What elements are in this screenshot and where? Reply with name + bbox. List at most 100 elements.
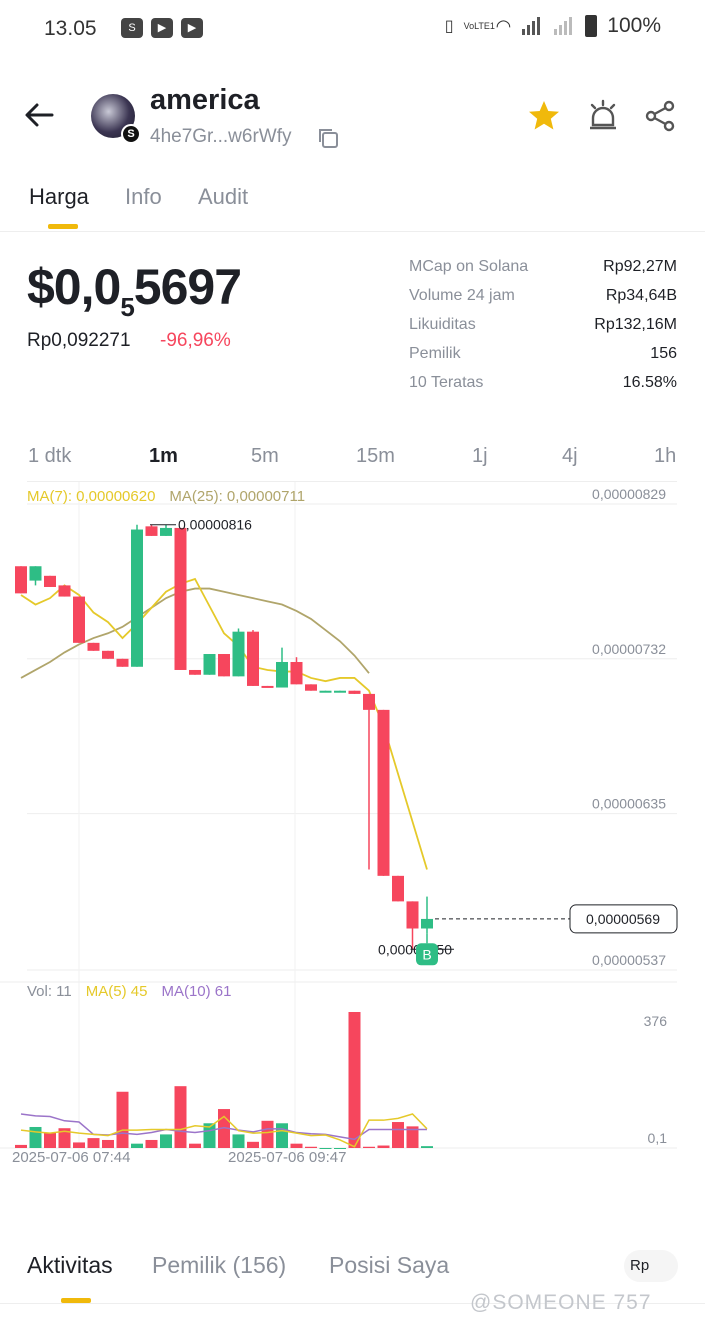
volume-legend: Vol: 11 MA(5) 45 MA(10) 61	[27, 983, 231, 1000]
volume-bar	[87, 1138, 100, 1148]
candle-body	[305, 684, 317, 691]
interval-1d[interactable]: 1h	[654, 445, 676, 468]
candle-body	[421, 918, 433, 929]
volume-bar	[305, 1146, 317, 1148]
high-price-label: 0,00000816	[178, 517, 252, 533]
price-axis-label: 0,00000537	[592, 952, 666, 968]
candle-body	[44, 575, 56, 587]
candle-body	[145, 526, 158, 536]
candle-body	[218, 654, 230, 677]
token-address: 4he7Gr...w6rWfy	[150, 126, 292, 147]
candle-body	[29, 566, 42, 581]
stat-row-mcap: MCap on Solana Rp92,27M	[409, 258, 677, 287]
wifi-icon: ◠	[495, 15, 512, 36]
tab-info[interactable]: Info	[125, 184, 162, 210]
tab-aktivitas[interactable]: Aktivitas	[27, 1252, 113, 1279]
ma-legend: MA(7): 0,00000620 MA(25): 0,00000711	[27, 488, 305, 505]
copy-icon[interactable]	[316, 126, 340, 150]
candle-body	[377, 709, 390, 876]
interval-1m[interactable]: 1m	[149, 445, 178, 468]
interval-5m[interactable]: 5m	[251, 445, 279, 468]
token-name: america	[150, 84, 260, 116]
volume-bar	[15, 1144, 27, 1148]
interval-1s[interactable]: 1 dtk	[28, 445, 71, 468]
stat-row-liquidity: Likuiditas Rp132,16M	[409, 316, 677, 345]
solana-chain-badge: S	[121, 124, 141, 144]
candle-body	[203, 654, 216, 675]
buy-marker-label: B	[422, 946, 431, 962]
signal-icon-2	[554, 17, 573, 35]
candle-body	[348, 690, 361, 694]
interval-4h[interactable]: 4j	[562, 445, 578, 468]
candle-body	[73, 596, 85, 643]
back-arrow-icon[interactable]	[22, 98, 56, 132]
active-tab-indicator	[48, 224, 78, 229]
price-chart[interactable]: 0,00000829 0,00000732 0,00000635 0,00000537…	[0, 482, 705, 1172]
stat-label: 10 Teratas	[409, 374, 484, 391]
candle-body	[102, 650, 114, 659]
low-price-label: 0,00000550	[378, 941, 452, 957]
volume-bar	[174, 1086, 187, 1148]
currency-toggle[interactable]: Rp	[624, 1250, 678, 1282]
token-stats: MCap on Solana Rp92,27M Volume 24 jam Rp34…	[409, 258, 677, 403]
token-tabs: Harga Info Audit	[0, 180, 705, 232]
candle-body	[334, 690, 346, 693]
stat-label: Pemilik	[409, 345, 461, 362]
youtube-icon: ▶	[181, 18, 203, 38]
signal-icon	[522, 17, 541, 35]
interval-1h[interactable]: 1j	[472, 445, 488, 468]
candle-body	[160, 527, 172, 536]
status-time: 13.05	[44, 17, 97, 40]
ma25-legend: MA(25): 0,00000711	[169, 488, 306, 505]
youtube-icon: ▶	[151, 18, 173, 38]
volume-bar	[29, 1126, 42, 1148]
battery-percent: 100%	[607, 14, 661, 37]
candle-body	[189, 669, 201, 675]
vibrate-icon: ▯	[444, 18, 454, 35]
volume-bar	[421, 1146, 433, 1148]
stat-label: Likuiditas	[409, 316, 476, 333]
volume-bar	[377, 1145, 390, 1148]
volume-bar	[145, 1139, 158, 1148]
volume-bar	[232, 1134, 245, 1148]
tab-pemilik[interactable]: Pemilik (156)	[152, 1252, 286, 1279]
stat-label: Volume 24 jam	[409, 287, 515, 304]
price-axis-label: 0,00000732	[592, 641, 666, 657]
current-price-label: 0,00000569	[586, 911, 660, 927]
volume-bar	[392, 1122, 404, 1148]
candle-body	[319, 690, 332, 693]
tab-harga[interactable]: Harga	[29, 184, 89, 210]
price-axis-label: 0,00000635	[592, 796, 666, 812]
stat-value: Rp92,27M	[603, 258, 677, 275]
tab-audit[interactable]: Audit	[198, 184, 248, 210]
price-zero-count: 5	[120, 292, 135, 322]
network-type-label: VoLTE1	[463, 21, 495, 31]
favorite-star-icon[interactable]	[526, 98, 562, 134]
volume-bar	[290, 1143, 303, 1148]
interval-15m[interactable]: 15m	[356, 445, 395, 468]
volume-bar	[261, 1120, 274, 1148]
stat-row-holders: Pemilik 156	[409, 345, 677, 374]
volume-bar	[102, 1139, 114, 1148]
volume-ma5-legend: MA(5) 45	[85, 983, 148, 1000]
stat-row-top10: 10 Teratas 16.58%	[409, 374, 677, 403]
volume-bar	[363, 1146, 375, 1148]
token-header: S america 4he7Gr...w6rWfy	[0, 80, 705, 160]
volume-bar	[189, 1143, 201, 1148]
volume-bar	[44, 1132, 56, 1148]
volume-bar	[73, 1142, 85, 1148]
watermark: @SOMEONE 757	[470, 1291, 652, 1314]
price-alert-icon[interactable]	[586, 98, 620, 132]
current-price-idr: Rp0,092271	[27, 330, 131, 351]
stat-label: MCap on Solana	[409, 258, 529, 275]
volume-bar	[247, 1141, 259, 1148]
tab-posisi-saya[interactable]: Posisi Saya	[329, 1252, 449, 1279]
price-axis-label: 0,00000829	[592, 486, 666, 502]
stat-value: Rp34,64B	[605, 287, 677, 304]
candle-body	[276, 661, 288, 688]
volume-bar	[160, 1134, 172, 1148]
share-icon[interactable]	[643, 99, 677, 133]
candle-body	[58, 585, 71, 597]
price-prefix: $0,0	[27, 259, 121, 315]
stat-value: Rp132,16M	[594, 316, 677, 333]
